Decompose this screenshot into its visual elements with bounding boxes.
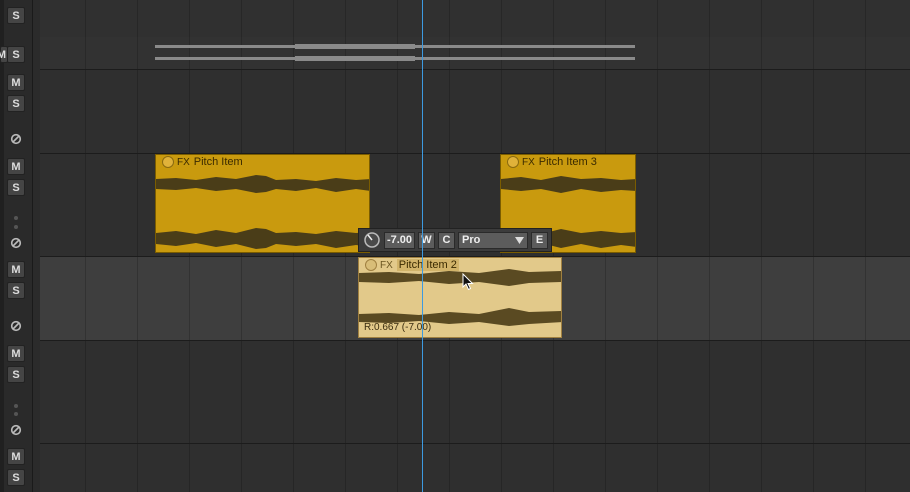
waveform-icon xyxy=(359,269,561,326)
pitch-mode-dropdown[interactable]: Pro xyxy=(458,231,528,249)
pitch-shift-popup: -7.00 W C Pro E xyxy=(358,228,552,252)
track-lane[interactable] xyxy=(40,341,910,443)
grid-line xyxy=(761,0,762,492)
collapsed-item-waveform xyxy=(155,44,635,61)
item-fx-power-icon[interactable] xyxy=(507,156,519,168)
waveform-icon xyxy=(156,175,369,249)
grid-line xyxy=(657,0,658,492)
item-fx-label[interactable]: FX xyxy=(522,157,535,168)
grid-line xyxy=(813,0,814,492)
record-disarmed-icon[interactable] xyxy=(10,320,22,332)
record-disarmed-icon[interactable] xyxy=(10,424,22,436)
mute-button[interactable]: M xyxy=(7,448,25,465)
mute-button[interactable]: M xyxy=(7,74,25,91)
mouse-pointer-icon xyxy=(462,273,474,291)
solo-button[interactable]: S xyxy=(7,179,25,196)
mute-button[interactable]: M xyxy=(7,261,25,278)
chevron-down-icon xyxy=(515,236,524,244)
item-header: FX Pitch Item 3 xyxy=(501,155,597,169)
folder-indicator-icon xyxy=(14,412,18,416)
solo-button[interactable]: S xyxy=(7,7,25,24)
grid-line xyxy=(709,0,710,492)
folder-indicator-icon xyxy=(14,216,18,220)
item-header: FX Pitch Item xyxy=(156,155,243,169)
track-lane[interactable] xyxy=(40,0,910,37)
edit-cursor xyxy=(422,0,423,492)
record-disarmed-icon[interactable] xyxy=(10,133,22,145)
solo-button[interactable]: S xyxy=(7,366,25,383)
pitch-knob-icon[interactable] xyxy=(363,231,381,249)
item-fx-power-icon[interactable] xyxy=(162,156,174,168)
c-button[interactable]: C xyxy=(438,231,455,249)
item-fx-label[interactable]: FX xyxy=(177,157,190,168)
item-name: Pitch Item xyxy=(193,156,243,168)
solo-button[interactable]: S xyxy=(7,469,25,486)
lane-divider xyxy=(40,69,910,70)
grid-line xyxy=(85,0,86,492)
lane-divider xyxy=(40,340,910,341)
strip-edge xyxy=(0,0,4,492)
track-lane[interactable] xyxy=(40,444,910,492)
mute-button[interactable]: M xyxy=(7,345,25,362)
e-button[interactable]: E xyxy=(531,231,548,249)
pitch-mode-value: Pro xyxy=(462,234,481,246)
lane-divider xyxy=(40,443,910,444)
media-item-pitch-item[interactable]: FX Pitch Item xyxy=(155,154,370,253)
record-disarmed-icon[interactable] xyxy=(10,237,22,249)
arrange-window: S M S M S M S M S M S M S FX Pitch Item … xyxy=(0,0,910,492)
item-name: Pitch Item 3 xyxy=(538,156,597,168)
track-control-strip: S M S M S M S M S M S M S xyxy=(0,0,33,492)
solo-button[interactable]: S xyxy=(7,95,25,112)
media-item-pitch-item-2[interactable]: FX Pitch Item 2 R:0.667 (-7.00) xyxy=(358,257,562,338)
pitch-value-field[interactable]: -7.00 xyxy=(384,231,415,249)
w-button[interactable]: W xyxy=(418,231,435,249)
solo-button[interactable]: S xyxy=(7,282,25,299)
solo-button[interactable]: S xyxy=(7,46,25,63)
folder-indicator-icon xyxy=(14,225,18,229)
grid-line xyxy=(865,0,866,492)
folder-indicator-icon xyxy=(14,404,18,408)
track-lane[interactable] xyxy=(40,70,910,153)
grid-line xyxy=(137,0,138,492)
mute-button[interactable]: M xyxy=(7,158,25,175)
